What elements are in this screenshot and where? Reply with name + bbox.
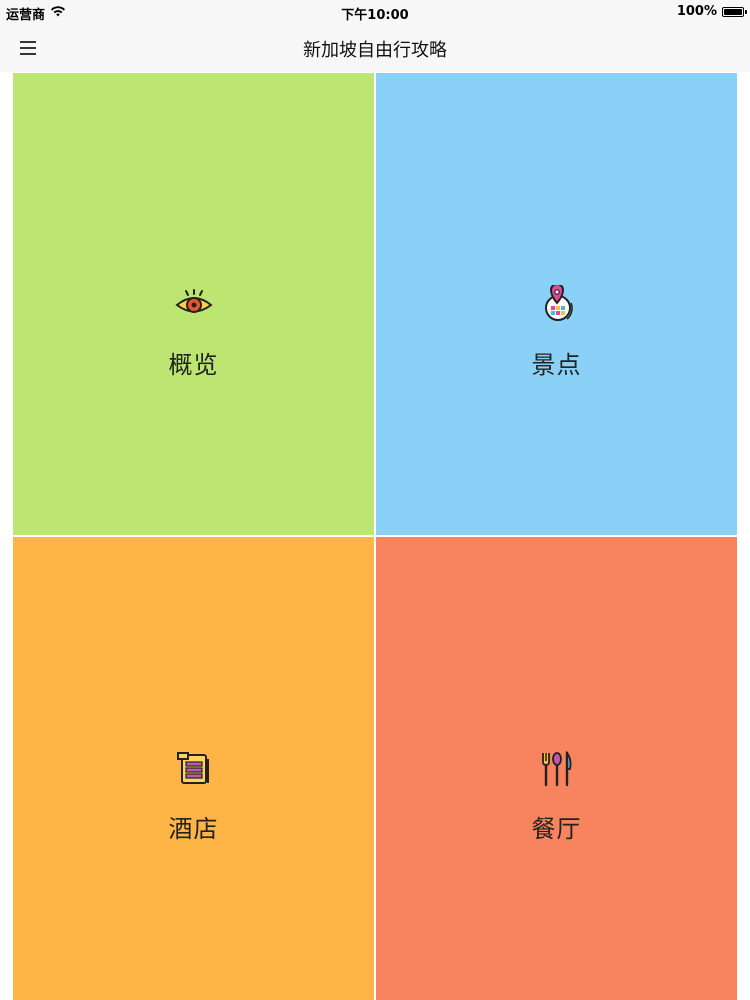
- page-title: 新加坡自由行攻略: [303, 40, 447, 61]
- battery-icon: [722, 6, 747, 17]
- status-right: 100%: [676, 4, 747, 19]
- globe-pin-icon: [544, 285, 573, 321]
- tile-label: 景点: [531, 351, 582, 379]
- cutlery-icon: [541, 750, 571, 787]
- status-time: 下午10:00: [341, 8, 409, 23]
- tile-hotels[interactable]: 酒店: [13, 537, 374, 1000]
- nav-bar: 新加坡自由行攻略: [0, 24, 750, 72]
- battery-percent: 100%: [676, 4, 717, 19]
- tile-label: 餐厅: [531, 815, 582, 843]
- category-grid: 概览 景点 酒店 餐厅: [13, 73, 737, 1000]
- tile-label: 酒店: [168, 815, 219, 843]
- tile-overview[interactable]: 概览: [13, 73, 374, 535]
- tile-attractions[interactable]: 景点: [376, 73, 737, 535]
- battery-fill: [724, 8, 742, 15]
- tile-label: 概览: [168, 351, 219, 379]
- tile-restaurants[interactable]: 餐厅: [376, 537, 737, 1000]
- eye-icon: [174, 289, 213, 313]
- status-bar: 运营商 下午10:00 100%: [0, 0, 750, 24]
- hotel-building-icon: [176, 752, 209, 784]
